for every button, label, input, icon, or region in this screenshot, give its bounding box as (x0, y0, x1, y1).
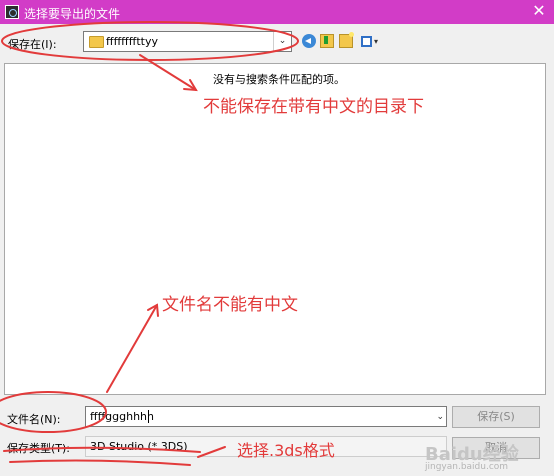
up-folder-icon[interactable] (320, 34, 334, 48)
new-folder-icon[interactable] (339, 32, 354, 48)
annotation-note-directory: 不能保存在带有中文的目录下 (203, 97, 424, 117)
annotation-note-filename: 文件名不能有中文 (162, 295, 298, 315)
empty-message: 没有与搜索条件匹配的项。 (213, 73, 345, 86)
chevron-down-icon[interactable]: ⌄ (436, 408, 444, 426)
save-in-dropdown[interactable]: ffffffffttyy ⌄ (83, 31, 292, 52)
filename-label: 文件名(N): (7, 413, 61, 426)
filetype-label: 保存类型(T): (7, 442, 71, 455)
save-button[interactable]: 保存(S) (452, 406, 540, 428)
title-bar: 选择要导出的文件 ✕ (0, 0, 554, 24)
close-button[interactable]: ✕ (530, 2, 548, 20)
chevron-down-icon[interactable]: ⌄ (273, 32, 291, 51)
current-folder-name: ffffffffttyy (106, 35, 158, 48)
filename-value: ffffggghhhh (90, 410, 154, 423)
window-title: 选择要导出的文件 (24, 7, 121, 21)
annotation-note-format: 选择.3ds格式 (237, 441, 335, 460)
folder-icon (89, 36, 104, 48)
filetype-value: 3D Studio (*.3DS) (90, 440, 188, 453)
back-icon[interactable] (302, 34, 316, 48)
save-in-label: 保存在(I): (8, 38, 57, 51)
watermark-url: jingyan.baidu.com (425, 462, 509, 472)
view-menu-icon[interactable] (361, 36, 372, 47)
annotation-underline-filetype-2 (9, 459, 191, 466)
filename-input[interactable]: ffffggghhhh ⌄ (85, 406, 447, 427)
app-icon (5, 5, 19, 19)
text-caret (148, 410, 149, 423)
view-menu-arrow-icon[interactable]: ▾ (374, 37, 378, 46)
watermark: Baidu经验 jingyan.baidu.com (425, 440, 550, 474)
